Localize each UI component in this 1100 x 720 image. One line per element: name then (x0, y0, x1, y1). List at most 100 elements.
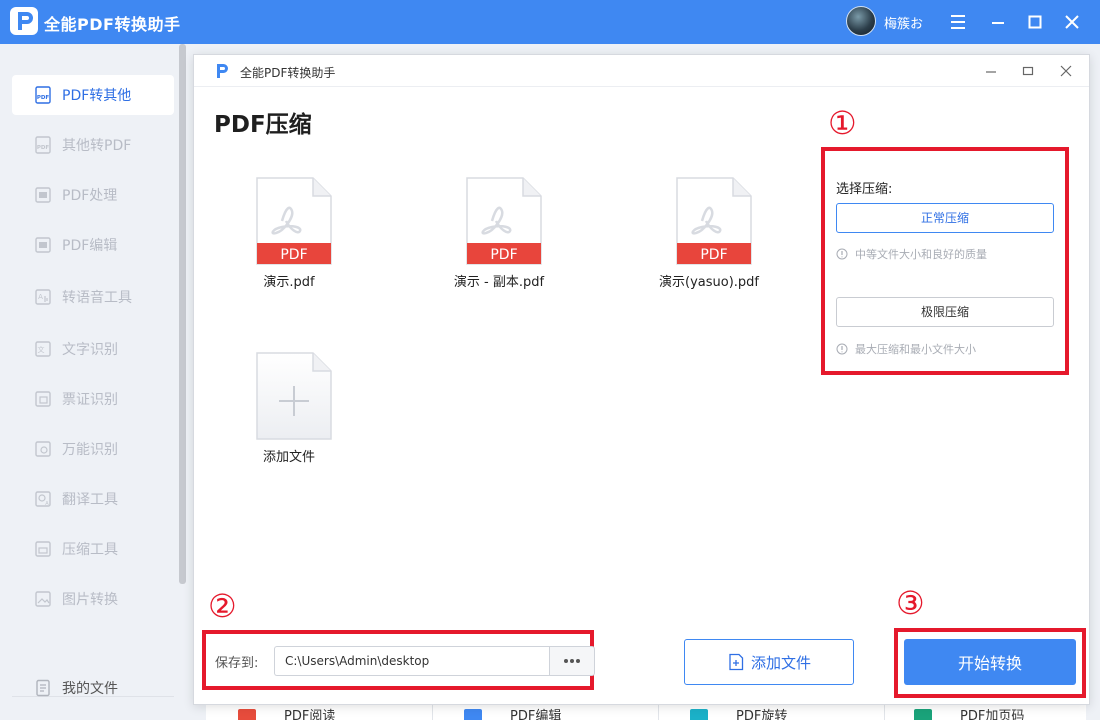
sidebar-item-pdf-to-other[interactable]: PDF PDF转其他 (12, 75, 174, 115)
pdf-edit-icon (34, 236, 52, 254)
info-icon (836, 343, 848, 355)
sidebar-item-translate[interactable]: A 翻译工具 (12, 479, 174, 519)
svg-text:PDF: PDF (490, 247, 517, 263)
sidebar-item-label: 万能识别 (62, 442, 118, 458)
svg-text:A: A (45, 501, 49, 507)
translate-icon: A (34, 490, 52, 508)
separator (884, 705, 885, 720)
extreme-compress-hint: 最大压缩和最小文件大小 (836, 341, 976, 357)
minimize-icon[interactable] (984, 8, 1012, 36)
sidebar-item-universal-ocr[interactable]: 万能识别 (12, 429, 174, 469)
tool-pdf-read[interactable]: PDF阅读 (238, 705, 335, 720)
add-file-button[interactable]: 添加文件 (684, 639, 854, 685)
tool-pdf-rotate[interactable]: PDF旋转 (690, 705, 787, 720)
step-number-3: ③ (896, 584, 925, 622)
sidebar-item-label: 文字识别 (62, 342, 118, 358)
add-file-tile[interactable]: 添加文件 (224, 352, 354, 472)
tool-label: PDF阅读 (284, 709, 336, 720)
sidebar-item-label: 压缩工具 (62, 542, 118, 558)
step-number-1: ① (828, 104, 857, 142)
app-logo-icon (212, 61, 232, 81)
pdf-read-icon (238, 709, 256, 720)
file-item[interactable]: PDF 演示 - 副本.pdf (434, 177, 564, 297)
save-path-input[interactable]: C:\Users\Admin\desktop (274, 646, 550, 676)
avatar[interactable] (846, 6, 876, 36)
compress-dialog: 全能PDF转换助手 PDF压缩 PDF 演示.pdf PDF 演示 - 副本.p… (193, 54, 1090, 705)
sidebar-item-label: 翻译工具 (62, 492, 118, 508)
sidebar-item-ticket-ocr[interactable]: 票证识别 (12, 379, 174, 419)
sidebar-item-pdf-edit[interactable]: PDF编辑 (12, 225, 174, 265)
pdf-icon: PDF (34, 86, 52, 104)
hint-text: 最大压缩和最小文件大小 (855, 343, 976, 356)
pdf-file-icon: PDF (256, 177, 332, 265)
menu-icon[interactable] (944, 8, 972, 36)
sidebar-scrollbar[interactable] (179, 44, 186, 584)
separator (432, 705, 433, 720)
svg-text:文: 文 (38, 345, 45, 354)
sidebar-item-voice-tool[interactable]: A 转语音工具 (12, 277, 174, 317)
tool-pdf-page-number[interactable]: PDF加页码 (914, 705, 1024, 720)
file-name: 演示 - 副本.pdf (453, 275, 545, 290)
my-files-icon (34, 679, 52, 697)
app-logo-icon (10, 7, 38, 35)
compress-options-panel: 选择压缩: 正常压缩 中等文件大小和良好的质量 极限压缩 最大压缩和最小文件大小 (821, 147, 1069, 375)
ticket-icon (34, 390, 52, 408)
dialog-maximize-icon[interactable] (1015, 59, 1041, 83)
dialog-title: 全能PDF转换助手 (240, 66, 336, 80)
sidebar: PDF PDF转其他 PDF 其他转PDF PDF处理 PDF编辑 A 转语音工… (0, 44, 180, 720)
sidebar-item-label: PDF转其他 (62, 88, 132, 104)
more-icon (564, 659, 580, 663)
dialog-minimize-icon[interactable] (978, 59, 1004, 83)
file-item[interactable]: PDF 演示(yasuo).pdf (644, 177, 774, 297)
scan-icon (34, 440, 52, 458)
close-icon[interactable] (1058, 8, 1086, 36)
pdf-rotate-icon (690, 709, 708, 720)
page-title: PDF压缩 (214, 112, 312, 138)
extreme-compress-button[interactable]: 极限压缩 (836, 297, 1054, 327)
tool-pdf-edit[interactable]: PDF编辑 (464, 705, 561, 720)
sidebar-item-label: 票证识别 (62, 392, 118, 408)
file-item[interactable]: PDF 演示.pdf (224, 177, 354, 297)
sidebar-item-label: PDF处理 (62, 188, 118, 204)
voice-icon: A (34, 288, 52, 306)
user-name[interactable]: 梅簇お (884, 13, 923, 32)
dialog-titlebar: 全能PDF转换助手 (194, 55, 1089, 87)
normal-compress-hint: 中等文件大小和良好的质量 (836, 246, 987, 262)
image-icon (34, 590, 52, 608)
sidebar-item-label: 我的文件 (62, 681, 118, 697)
save-to-label: 保存到: (215, 656, 259, 671)
pdf-file-icon: PDF (676, 177, 752, 265)
pdf-page-number-icon (914, 709, 932, 720)
info-icon (836, 248, 848, 260)
sidebar-item-label: 图片转换 (62, 592, 118, 608)
app-titlebar: 全能PDF转换助手 梅簇お (0, 0, 1100, 44)
add-document-icon (727, 653, 745, 671)
sidebar-item-text-ocr[interactable]: 文 文字识别 (12, 329, 174, 369)
text-ocr-icon: 文 (34, 340, 52, 358)
sidebar-item-other-to-pdf[interactable]: PDF 其他转PDF (12, 125, 174, 165)
browse-button[interactable] (549, 646, 595, 676)
separator (658, 705, 659, 720)
sidebar-item-pdf-process[interactable]: PDF处理 (12, 175, 174, 215)
pdf-edit-icon (464, 709, 482, 720)
dialog-close-icon[interactable] (1053, 59, 1079, 83)
sidebar-item-compress[interactable]: 压缩工具 (12, 529, 174, 569)
pdf-file-icon: PDF (466, 177, 542, 265)
start-convert-button[interactable]: 开始转换 (904, 639, 1076, 685)
sidebar-item-image-convert[interactable]: 图片转换 (12, 579, 174, 619)
maximize-icon[interactable] (1021, 8, 1049, 36)
app-title: 全能PDF转换助手 (44, 15, 181, 34)
sidebar-item-my-files[interactable]: 我的文件 (12, 668, 174, 708)
add-file-button-label: 添加文件 (750, 653, 811, 672)
tool-label: PDF编辑 (510, 709, 562, 720)
pdf-process-icon (34, 186, 52, 204)
normal-compress-button[interactable]: 正常压缩 (836, 203, 1054, 233)
start-section: 开始转换 (894, 628, 1086, 698)
options-label: 选择压缩: (836, 182, 893, 197)
sidebar-item-label: PDF编辑 (62, 238, 118, 254)
add-file-icon (256, 352, 332, 440)
file-name: 演示(yasuo).pdf (659, 275, 759, 290)
sidebar-item-label: 其他转PDF (62, 138, 132, 154)
svg-text:PDF: PDF (280, 247, 307, 263)
tool-label: PDF加页码 (960, 709, 1025, 720)
